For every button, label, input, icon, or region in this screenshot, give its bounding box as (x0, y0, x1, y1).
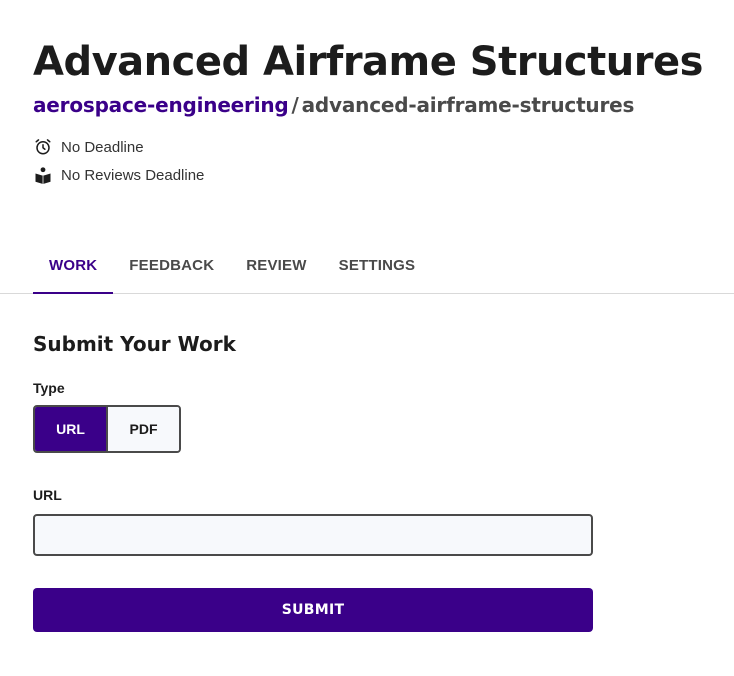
tab-settings[interactable]: SETTINGS (323, 244, 432, 294)
alarm-clock-icon (33, 137, 53, 157)
breadcrumb-org-link[interactable]: aerospace-engineering (33, 93, 289, 117)
type-url-button[interactable]: URL (35, 407, 106, 451)
deadline-info: No Deadline No Reviews Deadline (33, 133, 734, 189)
url-label: URL (33, 487, 62, 503)
deadline-text: No Deadline (61, 138, 144, 156)
tab-work[interactable]: WORK (33, 244, 114, 294)
type-label: Type (33, 380, 65, 396)
tab-review[interactable]: REVIEW (230, 244, 322, 294)
url-input[interactable] (33, 514, 593, 556)
section-title: Submit Your Work (33, 332, 236, 356)
breadcrumb-repo: advanced-airframe-structures (301, 93, 635, 117)
submit-work-form: Submit Your Work Type URL PDF URL SUBMIT (33, 330, 593, 632)
submit-button[interactable]: SUBMIT (33, 588, 593, 632)
breadcrumb-separator: / (291, 93, 299, 117)
breadcrumb: aerospace-engineering / advanced-airframe-… (33, 91, 734, 119)
tab-feedback[interactable]: FEEDBACK (113, 244, 230, 294)
deadline-row: No Deadline (33, 133, 734, 161)
reviews-deadline-row: No Reviews Deadline (33, 161, 734, 189)
page-title: Advanced Airframe Structures (33, 39, 703, 85)
tab-bar: WORK FEEDBACK REVIEW SETTINGS (0, 244, 734, 294)
book-reader-icon (33, 165, 53, 185)
page: Advanced Airframe Structures aerospace-e… (0, 0, 734, 676)
header: Advanced Airframe Structures aerospace-e… (0, 0, 734, 189)
type-toggle: URL PDF (33, 405, 181, 453)
reviews-deadline-text: No Reviews Deadline (61, 166, 205, 184)
type-pdf-button[interactable]: PDF (106, 407, 179, 451)
